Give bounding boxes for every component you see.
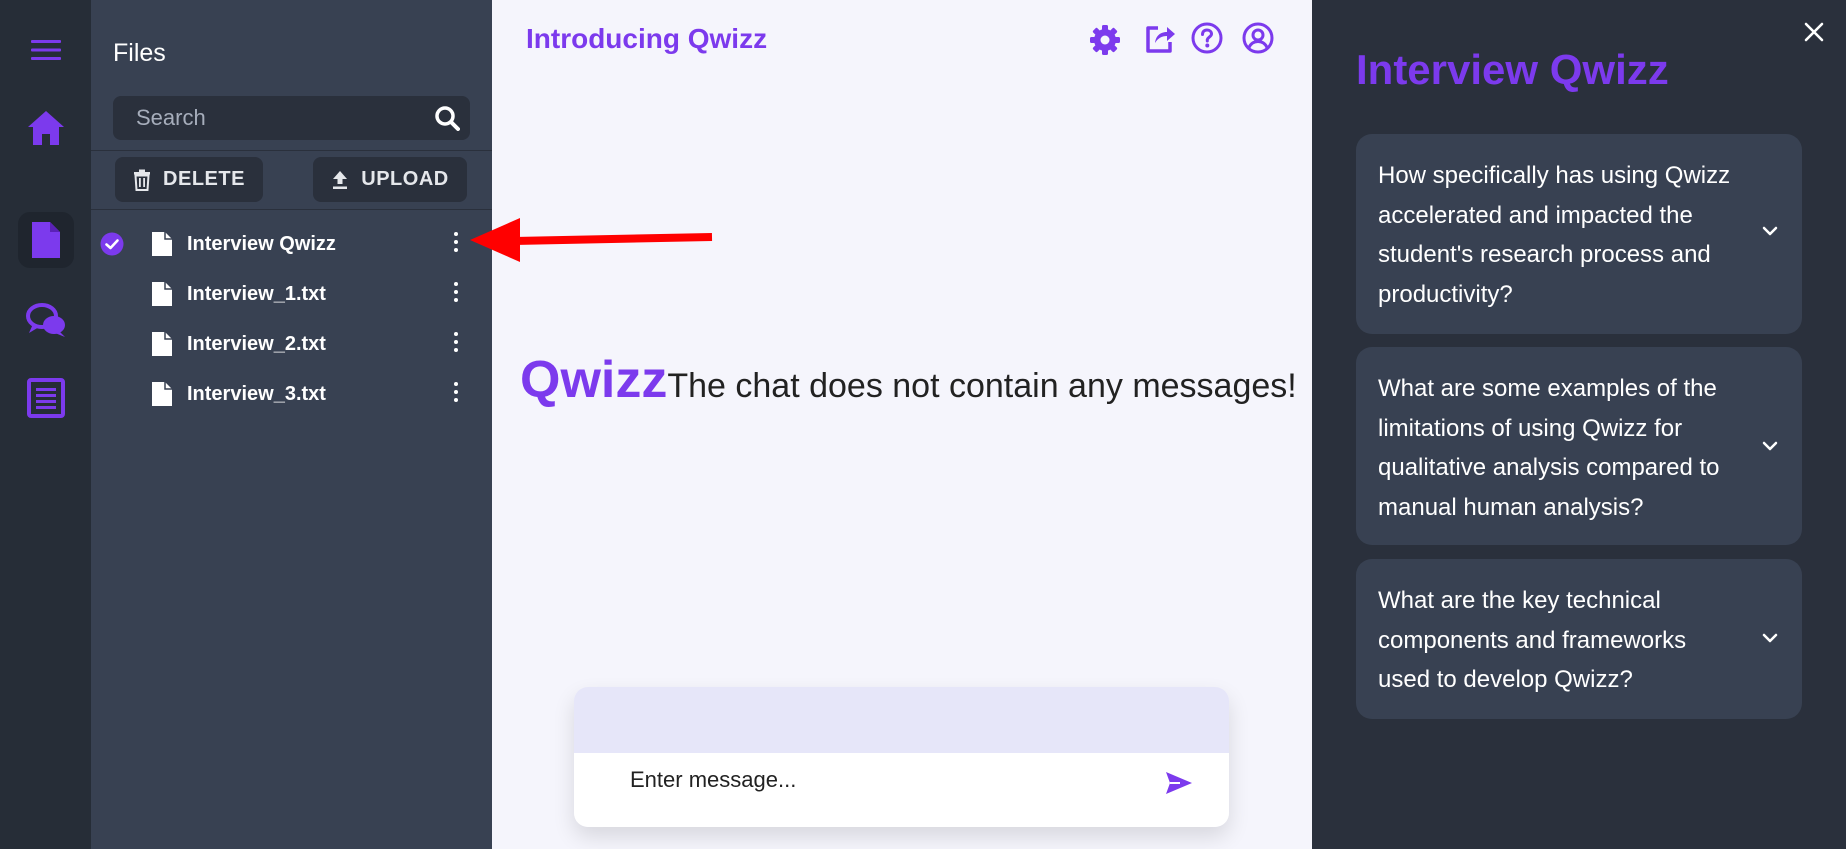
panel-title: Interview Qwizz — [1356, 46, 1669, 93]
chevron-down-icon[interactable] — [1762, 441, 1778, 451]
menu-button[interactable] — [18, 22, 74, 78]
file-item[interactable]: Interview Qwizz — [91, 219, 492, 269]
files-panel-title: Files — [113, 39, 166, 67]
divider — [91, 150, 492, 151]
question-text: What are the key technical components an… — [1378, 587, 1687, 693]
more-vert-icon[interactable] — [451, 282, 461, 306]
question-card[interactable]: How specifically has using Qwizz acceler… — [1356, 134, 1802, 334]
file-search-input[interactable] — [113, 96, 413, 140]
home-button[interactable] — [18, 100, 74, 156]
delete-button-label: DELETE — [163, 168, 245, 190]
question-card[interactable]: What are the key technical components an… — [1356, 559, 1802, 719]
notes-button[interactable] — [18, 370, 74, 426]
account-icon[interactable] — [1242, 22, 1274, 54]
more-vert-icon[interactable] — [451, 382, 461, 406]
file-item[interactable]: Interview_1.txt — [91, 269, 492, 319]
upload-icon — [333, 170, 348, 189]
search-icon[interactable] — [434, 105, 460, 131]
close-icon[interactable] — [1804, 22, 1824, 42]
question-text: What are some examples of the limitation… — [1378, 375, 1720, 521]
files-panel: Files DELETE UPLOAD — [91, 0, 492, 849]
trash-icon — [134, 169, 151, 191]
more-vert-icon[interactable] — [451, 332, 461, 356]
files-button[interactable] — [18, 212, 74, 268]
chat-icon — [26, 303, 65, 337]
chevron-down-icon[interactable] — [1762, 226, 1778, 236]
page-title: Introducing Qwizz — [526, 23, 768, 54]
settings-icon[interactable] — [1089, 24, 1121, 56]
annotation-arrow — [470, 218, 713, 262]
composer-body — [574, 753, 1229, 827]
menu-icon — [31, 40, 61, 60]
home-icon — [28, 111, 64, 145]
question-text: How specifically has using Qwizz acceler… — [1378, 162, 1731, 308]
file-icon — [152, 282, 172, 306]
chat-button[interactable] — [18, 292, 74, 348]
upload-button[interactable]: UPLOAD — [313, 157, 467, 202]
chevron-down-icon[interactable] — [1762, 633, 1778, 643]
upload-button-label: UPLOAD — [361, 168, 449, 190]
empty-chat-text: The chat does not contain any messages! — [667, 367, 1297, 405]
interview-panel: Interview Qwizz How specifically has usi… — [1312, 0, 1846, 849]
document-icon — [32, 222, 60, 258]
message-input[interactable] — [630, 763, 1130, 797]
app-window: Files DELETE UPLOAD — [0, 0, 1846, 849]
file-item[interactable]: Interview_3.txt — [91, 369, 492, 419]
file-name: Interview_3.txt — [187, 383, 326, 405]
composer-header — [574, 687, 1229, 753]
message-composer — [574, 687, 1229, 827]
share-icon[interactable] — [1144, 22, 1176, 54]
more-vert-icon[interactable] — [451, 232, 461, 256]
icon-rail — [0, 0, 91, 849]
file-name: Interview_1.txt — [187, 283, 326, 305]
file-name: Interview_2.txt — [187, 333, 326, 355]
empty-chat-message: Qwizz The chat does not contain any mess… — [520, 350, 1297, 410]
file-icon — [152, 232, 172, 256]
file-icon — [152, 382, 172, 406]
notes-icon — [27, 378, 65, 418]
qwizz-logo: Qwizz — [520, 351, 668, 409]
file-search — [113, 96, 470, 140]
help-icon[interactable] — [1191, 22, 1223, 54]
check-circle-icon[interactable] — [100, 232, 124, 256]
question-card[interactable]: What are some examples of the limitation… — [1356, 347, 1802, 545]
file-icon — [152, 332, 172, 356]
chat-area: Introducing Qwizz Qwizz The chat does no… — [492, 0, 1312, 849]
delete-button[interactable]: DELETE — [115, 157, 263, 202]
send-icon[interactable] — [1165, 771, 1193, 795]
file-name: Interview Qwizz — [187, 233, 336, 255]
divider — [91, 209, 492, 210]
file-item[interactable]: Interview_2.txt — [91, 319, 492, 369]
